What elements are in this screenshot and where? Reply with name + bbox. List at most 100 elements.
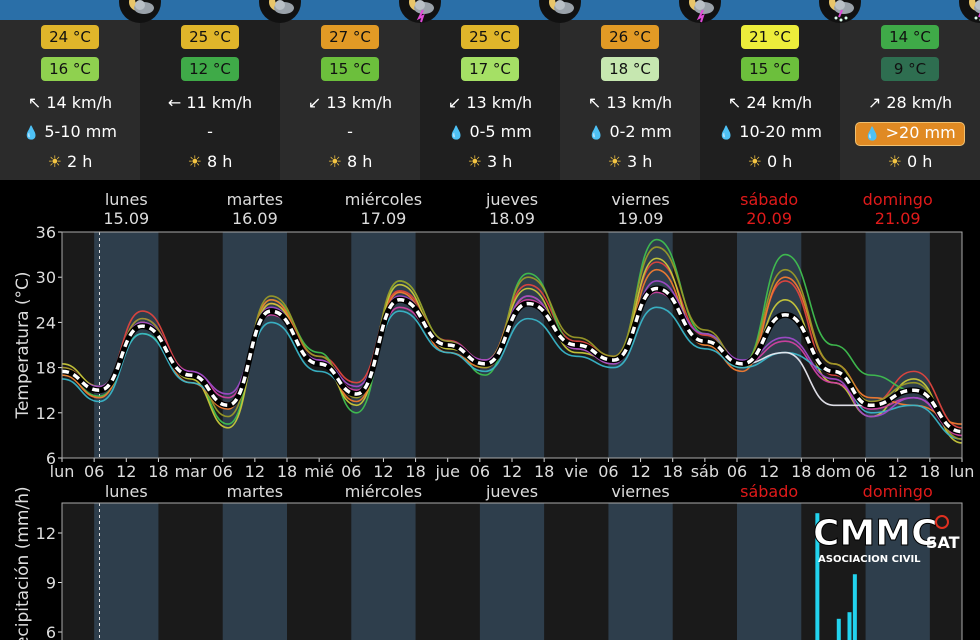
x-tick-label: 12 — [630, 462, 650, 481]
wind-row: ↙ 13 km/h — [420, 93, 560, 112]
day-name-label: jueves — [485, 190, 538, 209]
precip-bar — [836, 618, 841, 640]
min-temp-badge: 12 °C — [181, 57, 239, 81]
rain-amount: 0-5 mm — [469, 122, 532, 141]
precip-day-label: lunes — [105, 482, 148, 501]
forecast-day-3: 25 °C 17 °C ↙ 13 km/h 💧 0-5 mm ☀ 3 h — [420, 20, 560, 180]
weather-moon-icon — [259, 0, 301, 23]
wind-speed: 14 km/h — [46, 93, 113, 112]
forecast-day-4: 26 °C 18 °C ↖ 13 km/h 💧 0-2 mm ☀ 3 h — [560, 20, 700, 180]
x-tick-label: 12 — [759, 462, 779, 481]
x-tick-label: 18 — [148, 462, 168, 481]
precip-day-label: sábado — [740, 482, 798, 501]
precip-day-label: viernes — [611, 482, 669, 501]
wind-arrow-icon: ↖ — [27, 93, 47, 112]
day-name-label: sábado — [740, 190, 798, 209]
rain-row: 💧 >20 mm — [840, 122, 980, 146]
precip-day-label: martes — [227, 482, 283, 501]
x-tick-label: 06 — [470, 462, 490, 481]
precip-day-label: jueves — [485, 482, 538, 501]
daylight-band — [608, 232, 673, 458]
wind-arrow-icon: ↗ — [867, 93, 887, 112]
wind-arrow-icon: ↙ — [447, 93, 467, 112]
x-tick-label: 12 — [888, 462, 908, 481]
x-tick-label: 18 — [405, 462, 425, 481]
sunshine-hours: 0 h — [907, 152, 933, 171]
raindrop-icon: 💧 — [23, 126, 40, 141]
rain-amount: 5-10 mm — [44, 122, 117, 141]
wind-arrow-icon: ↙ — [307, 93, 327, 112]
day-name-label: martes — [227, 190, 283, 209]
sunshine-row: ☀ 8 h — [280, 152, 420, 171]
forecast-day-5: 21 °C 15 °C ↖ 24 km/h 💧 10-20 mm ☀ 0 h — [700, 20, 840, 180]
rain-row: 💧 0-5 mm — [420, 122, 560, 141]
day-date-label: 17.09 — [361, 209, 407, 228]
wind-speed: 24 km/h — [746, 93, 813, 112]
rain-row: - — [280, 122, 420, 141]
wind-speed: 28 km/h — [886, 93, 953, 112]
wind-row: ↖ 13 km/h — [560, 93, 700, 112]
sunshine-row: ☀ 2 h — [0, 152, 140, 171]
precip-y-tick-label: 9 — [46, 574, 56, 593]
x-tick-label: mié — [304, 462, 334, 481]
daily-forecast-panel: 24 °C 16 °C ↖ 14 km/h 💧 5-10 mm ☀ 2 h 25 °C 12… — [0, 20, 980, 180]
forecast-day-2: 27 °C 15 °C ↙ 13 km/h - ☀ 8 h — [280, 20, 420, 180]
sun-icon: ☀ — [47, 152, 68, 171]
temperature-axis-title: Temperatura (°C) — [13, 271, 33, 419]
y-tick-label: 12 — [36, 404, 56, 423]
daylight-band — [479, 232, 545, 458]
raindrop-icon: 💧 — [588, 126, 605, 141]
rain-warning-box: 💧 >20 mm — [855, 122, 965, 146]
precip-y-tick-label: 6 — [46, 623, 56, 640]
x-tick-label: 12 — [502, 462, 522, 481]
wind-row: ↖ 24 km/h — [700, 93, 840, 112]
x-tick-label: 18 — [534, 462, 554, 481]
x-tick-label: jue — [434, 462, 459, 481]
weather-moon-icon — [119, 0, 161, 23]
x-tick-label: 18 — [277, 462, 297, 481]
precip-daylight-band — [94, 503, 159, 640]
x-tick-label: 18 — [920, 462, 940, 481]
weather-hail-icon — [959, 0, 980, 23]
day-date-label: 16.09 — [232, 209, 278, 228]
forecast-day-6: 14 °C 9 °C ↗ 28 km/h 💧 >20 mm ☀ 0 h — [840, 20, 980, 180]
x-tick-label: 18 — [663, 462, 683, 481]
rain-amount: >20 mm — [885, 123, 956, 142]
daylight-band — [351, 232, 416, 458]
weather-hail-icon — [819, 0, 861, 23]
wind-row: ↗ 28 km/h — [840, 93, 980, 112]
y-tick-label: 18 — [36, 359, 56, 378]
min-temp-badge: 18 °C — [601, 57, 659, 81]
x-tick-label: 06 — [341, 462, 361, 481]
precip-daylight-band — [222, 503, 287, 640]
forecast-charts: lunes15.09martes16.09miércoles17.09jueve… — [13, 190, 974, 640]
day-name-label: miércoles — [345, 190, 422, 209]
raindrop-icon: 💧 — [448, 126, 465, 141]
wind-speed: 13 km/h — [326, 93, 393, 112]
sunshine-row: ☀ 3 h — [420, 152, 560, 171]
daylight-band — [865, 232, 930, 458]
wind-arrow-icon: ↖ — [587, 93, 607, 112]
rain-row: 💧 0-2 mm — [560, 122, 700, 141]
rain-amount: - — [207, 122, 213, 141]
rain-row: 💧 10-20 mm — [700, 122, 840, 141]
rain-amount: 10-20 mm — [739, 122, 823, 141]
sun-icon: ☀ — [327, 152, 348, 171]
wind-row: ↙ 13 km/h — [280, 93, 420, 112]
precip-day-label: domingo — [863, 482, 933, 501]
precip-daylight-band — [351, 503, 416, 640]
wind-speed: 11 km/h — [186, 93, 253, 112]
raindrop-icon: 💧 — [717, 126, 735, 141]
sun-icon: ☀ — [747, 152, 768, 171]
sunshine-row: ☀ 0 h — [840, 152, 980, 171]
day-name-label: viernes — [611, 190, 669, 209]
y-tick-label: 30 — [36, 268, 56, 287]
weather-storm-icon — [399, 0, 441, 23]
precip-day-label: miércoles — [345, 482, 422, 501]
max-temp-badge: 24 °C — [41, 25, 99, 49]
day-name-label: lunes — [105, 190, 148, 209]
precip-axis-title: Precipitación (mm/h) — [13, 486, 33, 640]
min-temp-badge: 17 °C — [461, 57, 519, 81]
x-tick-label: mar — [175, 462, 207, 481]
wind-speed: 13 km/h — [606, 93, 673, 112]
